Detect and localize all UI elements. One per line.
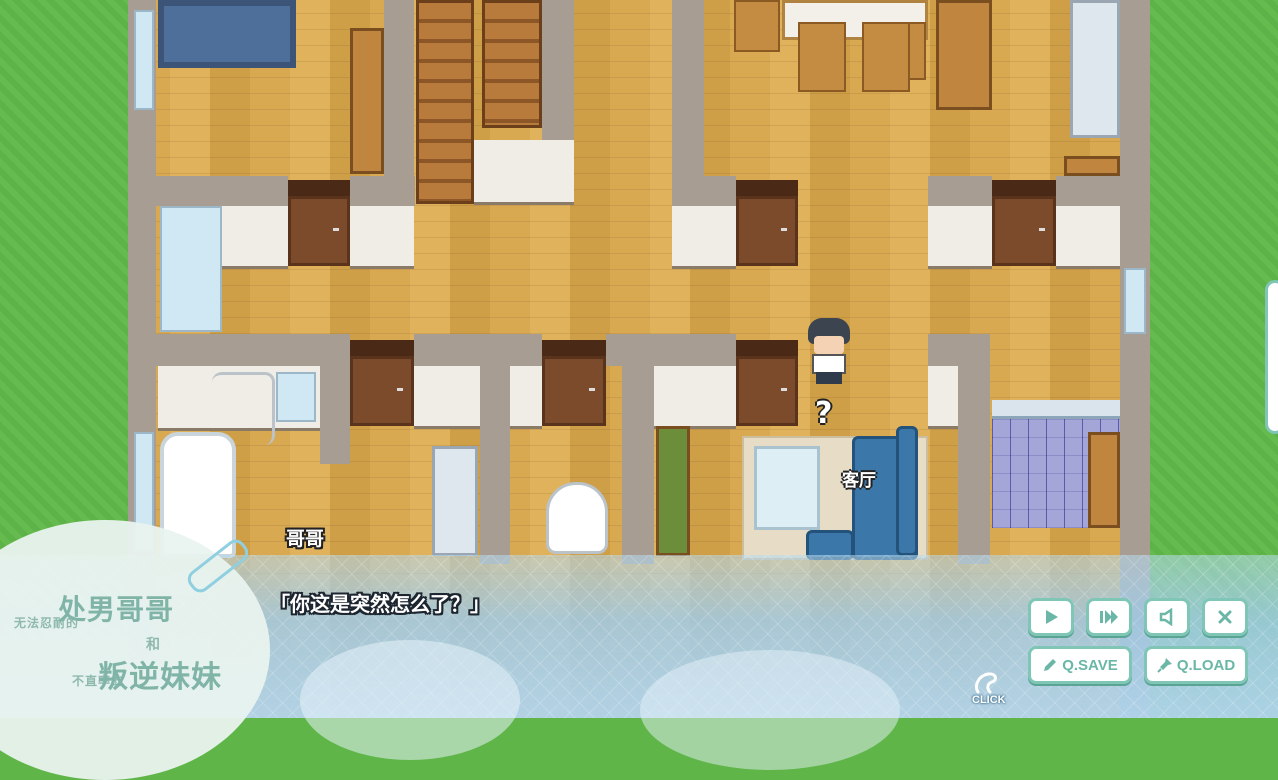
wall-segment: [672, 176, 736, 206]
wall-segment: [480, 334, 510, 564]
door-frame: [992, 180, 1056, 196]
shower-icon: [212, 372, 275, 445]
window: [134, 10, 154, 110]
close-button[interactable]: [1202, 598, 1248, 636]
wall-segment: [928, 176, 992, 206]
player-character[interactable]: [806, 318, 852, 384]
wall-segment: [622, 334, 654, 564]
staircase-left[interactable]: [416, 0, 474, 204]
face: [814, 336, 844, 354]
play-icon: [1046, 610, 1058, 624]
door-frame: [736, 340, 798, 356]
wall-segment: [320, 334, 350, 464]
wall-face: [474, 140, 574, 205]
speaker-icon: [1159, 608, 1173, 626]
wall-face: [654, 366, 736, 429]
cloud-decoration: [300, 640, 520, 760]
cabinet[interactable]: [656, 426, 690, 556]
auto-button[interactable]: [1028, 598, 1074, 636]
bathroom-mirror: [276, 372, 316, 422]
skip-button[interactable]: [1086, 598, 1132, 636]
dialog-message: 「你这是突然怎么了？」: [270, 592, 490, 616]
wall-face: [414, 366, 480, 429]
staircase-right[interactable]: [482, 0, 542, 128]
quick-save-button[interactable]: Q.SAVE: [1028, 646, 1132, 684]
wall-face: [928, 366, 958, 429]
chair[interactable]: [734, 0, 780, 52]
quick-load-button[interactable]: Q.LOAD: [1144, 646, 1248, 684]
wall-segment: [542, 0, 574, 140]
door-dining[interactable]: [736, 196, 798, 266]
bookshelf[interactable]: [350, 28, 384, 174]
kitchen-shelf[interactable]: [1064, 156, 1120, 176]
bathroom-window: [160, 206, 222, 332]
wall-segment: [128, 176, 288, 206]
wall-segment: [958, 334, 990, 564]
toilet[interactable]: [546, 482, 608, 554]
voice-button[interactable]: [1144, 598, 1190, 636]
wall-face: [928, 206, 992, 269]
quick-load-label: Q.LOAD: [1176, 656, 1236, 674]
bed[interactable]: [158, 0, 296, 68]
chair[interactable]: [908, 22, 926, 80]
fast-forward-icon: [1100, 610, 1118, 624]
pencil-icon: [1044, 659, 1057, 671]
door-washroom[interactable]: [350, 356, 414, 426]
counter-top: [992, 400, 1120, 419]
door-frame: [542, 340, 606, 356]
wall-face: [350, 206, 414, 269]
pin-icon: [1157, 658, 1172, 673]
door-bedroom[interactable]: [288, 196, 350, 266]
click-label: CLICK: [972, 694, 1006, 706]
quick-save-label: Q.SAVE: [1062, 656, 1118, 674]
door-kitchen[interactable]: [992, 196, 1056, 266]
wall-face: [1056, 206, 1120, 269]
kitchen-counter[interactable]: [936, 0, 992, 110]
right-window: [1124, 268, 1146, 334]
washing-machine[interactable]: [432, 446, 478, 556]
coffee-table[interactable]: [754, 446, 820, 530]
door-toilet[interactable]: [542, 356, 606, 426]
door-frame: [736, 180, 798, 196]
door-frame: [350, 340, 414, 356]
close-icon: [1218, 610, 1232, 624]
wall-face: [672, 206, 736, 269]
wall-face: [510, 366, 542, 429]
shirt: [812, 354, 846, 374]
question-mark-emote: ?: [815, 396, 833, 431]
wall-segment: [1120, 334, 1150, 564]
click-indicator: CLICK: [968, 668, 1014, 712]
logo-line5: 叛逆妹妹: [98, 660, 222, 695]
pants: [816, 372, 842, 384]
wall-segment: [1056, 176, 1150, 206]
door-living-room[interactable]: [736, 356, 798, 426]
wall-segment: [128, 334, 350, 366]
logo-line2: 处男哥哥: [58, 593, 175, 626]
refrigerator[interactable]: [1070, 0, 1120, 138]
wall-segment: [384, 0, 414, 206]
door-frame: [288, 180, 350, 196]
side-shelf[interactable]: [1088, 432, 1120, 528]
speaker-name: 哥哥: [286, 528, 325, 550]
wall-segment: [414, 334, 542, 366]
logo-line3: 和: [146, 637, 161, 653]
sofa-armrest[interactable]: [896, 426, 918, 556]
chair[interactable]: [798, 22, 846, 92]
side-menu-tab[interactable]: [1265, 280, 1278, 434]
wall-face: [220, 206, 288, 269]
room-label: 客厅: [842, 471, 876, 491]
chair[interactable]: [862, 22, 910, 92]
cloud-decoration: [640, 650, 900, 770]
